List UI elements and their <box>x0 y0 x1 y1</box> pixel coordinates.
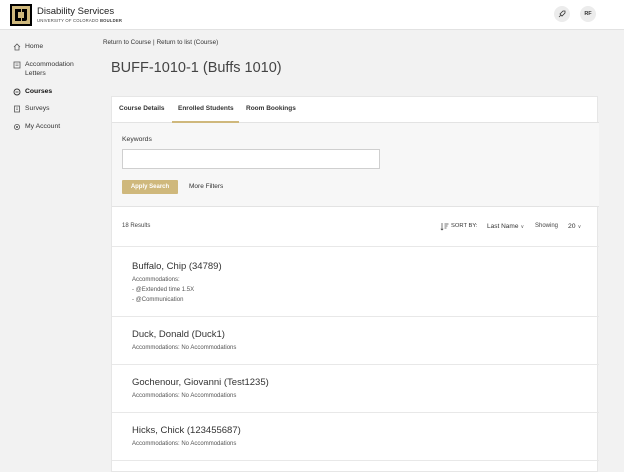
sort-by-value: Last Name <box>487 223 519 230</box>
student-name[interactable]: Gochenour, Giovanni (Test1235) <box>132 377 269 388</box>
results-toolbar: 18 Results SORT BY: Last Name ∨ Showing 2… <box>112 207 599 247</box>
course-card: Course Details Enrolled Students Room Bo… <box>111 96 599 472</box>
rocket-icon <box>558 10 566 18</box>
survey-icon <box>12 104 21 113</box>
results-count: 18 Results <box>122 223 151 229</box>
student-name[interactable]: Hicks, Chick (123455687) <box>132 425 241 436</box>
page-size-select[interactable]: 20 ∨ <box>568 223 581 230</box>
student-accommodations: Accommodations: No Accommodations <box>132 441 237 447</box>
top-bar: Disability Services UNIVERSITY OF COLORA… <box>0 0 624 30</box>
tab-course-details[interactable]: Course Details <box>119 105 165 112</box>
tab-room-bookings[interactable]: Room Bookings <box>246 105 296 112</box>
sidebar-item-surveys[interactable]: Surveys <box>12 104 85 113</box>
filter-panel: Keywords Apply Search More Filters <box>112 123 599 207</box>
showing-label: Showing <box>535 223 559 229</box>
accommodation-item: - @Communication <box>132 297 184 303</box>
avatar[interactable]: RF <box>580 6 596 22</box>
accommodation-item: - @Extended time 1.5X <box>132 287 195 293</box>
page-size-value: 20 <box>568 223 576 230</box>
sort-icon <box>440 223 449 231</box>
breadcrumb-separator: | <box>152 39 155 46</box>
apply-search-button[interactable]: Apply Search <box>122 180 178 194</box>
gear-icon <box>12 122 21 131</box>
sort-by-select[interactable]: Last Name ∨ <box>487 223 524 230</box>
upgrade-button[interactable] <box>554 6 570 22</box>
sidebar-item-home[interactable]: Home <box>12 42 85 51</box>
keywords-label: Keywords <box>122 136 152 143</box>
home-icon <box>12 42 21 51</box>
courses-icon <box>12 87 21 96</box>
return-to-list-link[interactable]: Return to list (Course) <box>157 39 219 46</box>
chevron-down-icon: ∨ <box>577 224 582 230</box>
sidebar: Home Accommodation Letters Courses Surve… <box>0 31 95 472</box>
student-accommodations: Accommodations: No Accommodations <box>132 345 237 351</box>
chevron-down-icon: ∨ <box>520 224 525 230</box>
return-to-course-link[interactable]: Return to Course <box>103 39 151 46</box>
student-row[interactable]: Duck, Donald (Duck1) Accommodations: No … <box>112 317 599 365</box>
accommodations-label: Accommodations: <box>132 277 180 283</box>
breadcrumb: Return to Course | Return to list (Course) <box>103 39 218 46</box>
sort-by-label: SORT BY: <box>451 223 478 229</box>
tab-enrolled-students[interactable]: Enrolled Students <box>178 105 234 112</box>
student-row[interactable]: Gochenour, Giovanni (Test1235) Accommoda… <box>112 365 599 413</box>
sidebar-item-accommodation-letters[interactable]: Accommodation Letters <box>12 60 85 78</box>
brand: Disability Services UNIVERSITY OF COLORA… <box>37 6 123 24</box>
letter-icon <box>12 60 21 69</box>
sidebar-item-courses[interactable]: Courses <box>12 87 85 96</box>
sidebar-item-label: Surveys <box>25 105 50 112</box>
cu-logo-icon[interactable] <box>10 4 32 26</box>
brand-subtitle: UNIVERSITY OF COLORADO BOULDER <box>37 18 123 23</box>
student-row[interactable]: Buffalo, Chip (34789) Accommodations: - … <box>112 248 599 317</box>
student-accommodations: Accommodations: No Accommodations <box>132 393 237 399</box>
sidebar-item-label: My Account <box>25 123 61 130</box>
tab-bar: Course Details Enrolled Students Room Bo… <box>112 97 599 123</box>
student-row[interactable]: Hicks, Chick (123455687) Accommodations:… <box>112 413 599 461</box>
brand-name: Disability Services <box>37 6 115 17</box>
keywords-input[interactable] <box>122 149 380 169</box>
sidebar-item-my-account[interactable]: My Account <box>12 122 85 131</box>
sidebar-item-label: Accommodation Letters <box>25 61 74 77</box>
more-filters-button[interactable]: More Filters <box>189 183 223 190</box>
sidebar-item-label: Home <box>25 43 44 50</box>
student-name[interactable]: Buffalo, Chip (34789) <box>132 261 222 272</box>
sidebar-item-label: Courses <box>25 88 53 95</box>
page-title: BUFF-1010-1 (Buffs 1010) <box>111 60 282 76</box>
student-accommodations: Accommodations: - @Extended time 1.5X - … <box>132 275 194 305</box>
student-name[interactable]: Duck, Donald (Duck1) <box>132 329 225 340</box>
